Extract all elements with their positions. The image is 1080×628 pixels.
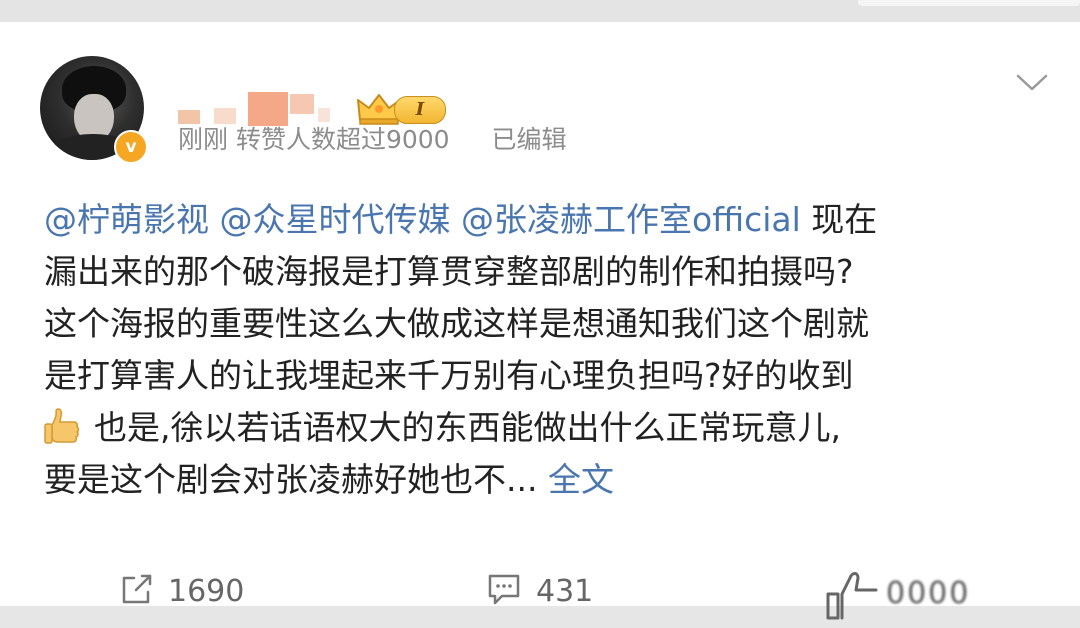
top-tab-shape — [858, 0, 1080, 6]
repost-count-note: 转赞人数超过9000 — [235, 125, 450, 154]
mention-link[interactable]: @柠萌影视 — [44, 200, 209, 239]
post-line-3: 这个海报的重要性这么大做成这样是想通知我们这个剧就 — [44, 304, 869, 343]
post-action-bar: 1690 431 0000 — [0, 564, 1080, 628]
post-time: 刚刚 — [178, 125, 229, 154]
post-text: 要是这个剧会对张凌赫好她也不... — [44, 460, 538, 499]
mention-link[interactable]: @众星时代传媒 — [220, 200, 451, 239]
post-text: 也是,徐以若话语权大的东西能做出什么正常玩意儿, — [94, 408, 841, 447]
post-meta: 刚刚 转赞人数超过9000 已编辑 — [178, 120, 567, 156]
repost-icon — [122, 574, 152, 604]
post-line-1: @柠萌影视 @众星时代传媒 @张凌赫工作室official 现在 — [44, 194, 1044, 246]
weibo-post-card: v I 刚刚 转赞人数超过9000 已编辑 @柠萌影视 @众星时代传媒 @张凌赫… — [0, 22, 1080, 620]
thumbs-up-icon — [44, 408, 80, 444]
blur-block — [290, 94, 314, 114]
post-text: 现在 — [811, 200, 878, 239]
post-line-2: 漏出来的那个破海报是打算贯穿整部剧的制作和拍摄吗? — [44, 252, 854, 291]
repost-button[interactable]: 1690 — [120, 572, 244, 609]
mention-link[interactable]: @张凌赫工作室official — [461, 200, 801, 239]
post-line-6: 要是这个剧会对张凌赫好她也不... 全文 — [44, 454, 1044, 506]
post-line-4: 是打算害人的让我埋起来千万别有心理负担吗?好的收到 — [44, 356, 854, 395]
username-blurred[interactable] — [178, 74, 358, 126]
repost-count: 1690 — [168, 574, 245, 609]
post-body: @柠萌影视 @众星时代传媒 @张凌赫工作室official 现在 漏出来的那个破… — [44, 194, 1044, 506]
verified-badge-icon: v — [114, 130, 148, 164]
full-text-link[interactable]: 全文 — [548, 460, 614, 499]
post-line-5: 也是,徐以若话语权大的东西能做出什么正常玩意儿, — [44, 402, 1044, 454]
top-strip — [0, 0, 1080, 22]
edited-label[interactable]: 已编辑 — [492, 125, 567, 154]
comment-button[interactable]: 431 — [486, 572, 593, 609]
comment-icon — [488, 574, 520, 605]
comment-count: 431 — [536, 574, 594, 609]
chevron-down-icon[interactable] — [1012, 62, 1052, 102]
